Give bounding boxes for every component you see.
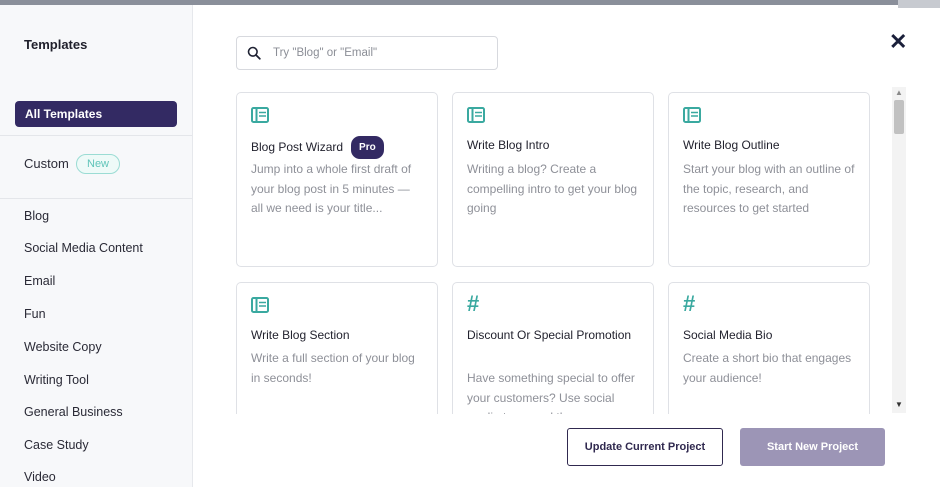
template-card-write-blog-outline[interactable]: Write Blog Outline Start your blog with … [668, 92, 870, 267]
search-input[interactable]: Try "Blog" or "Email" [236, 36, 498, 70]
window-top-border-right [898, 0, 940, 8]
template-card-write-blog-intro[interactable]: Write Blog Intro Writing a blog? Create … [452, 92, 654, 267]
scroll-down-arrow-icon[interactable]: ▼ [895, 400, 903, 409]
close-icon[interactable]: ✕ [889, 31, 907, 53]
card-title: Write Blog Intro [467, 138, 550, 152]
sidebar-item-video[interactable]: Video [24, 470, 56, 484]
update-current-project-button[interactable]: Update Current Project [567, 428, 723, 466]
sidebar-item-social-media-content[interactable]: Social Media Content [24, 241, 143, 255]
card-description: Start your blog with an outline of the t… [683, 162, 855, 215]
card-description: Write a full section of your blog in sec… [251, 351, 415, 385]
template-sidebar: Templates All Templates Custom New Blog … [0, 5, 193, 487]
sidebar-item-writing-tool[interactable]: Writing Tool [24, 373, 89, 387]
start-new-project-button[interactable]: Start New Project [740, 428, 885, 466]
card-title: Write Blog Outline [683, 138, 780, 152]
card-description: Writing a blog? Create a compelling intr… [467, 162, 638, 215]
sidebar-item-website-copy[interactable]: Website Copy [24, 340, 102, 354]
hashtag-icon: # [683, 291, 696, 316]
newspaper-icon [683, 107, 701, 123]
sidebar-item-blog[interactable]: Blog [24, 209, 49, 223]
sidebar-item-all-templates[interactable]: All Templates [15, 101, 177, 127]
template-card-blog-post-wizard[interactable]: Blog Post Wizard Pro Jump into a whole fi… [236, 92, 438, 267]
new-badge: New [76, 154, 121, 174]
sidebar-title: Templates [24, 37, 88, 52]
card-title: Blog Post Wizard Pro [251, 136, 384, 159]
hashtag-icon: # [467, 291, 480, 316]
card-title: Social Media Bio [683, 328, 773, 342]
sidebar-divider [0, 198, 192, 199]
sidebar-item-general-business[interactable]: General Business [24, 405, 123, 419]
pro-badge: Pro [351, 136, 384, 159]
sidebar-item-custom[interactable]: Custom [24, 156, 69, 171]
newspaper-icon [251, 107, 269, 123]
scrollbar[interactable] [892, 87, 906, 413]
newspaper-icon [467, 107, 485, 123]
card-title: Write Blog Section [251, 328, 350, 342]
sidebar-item-fun[interactable]: Fun [24, 307, 46, 321]
search-icon [247, 46, 261, 60]
search-placeholder: Try "Blog" or "Email" [273, 47, 378, 59]
scroll-up-arrow-icon[interactable]: ▲ [895, 88, 903, 97]
card-description: Jump into a whole first draft of your bl… [251, 162, 412, 215]
sidebar-item-email[interactable]: Email [24, 274, 55, 288]
sidebar-divider [0, 135, 192, 136]
card-title: Discount Or Special Promotion [467, 328, 632, 342]
sidebar-item-case-study[interactable]: Case Study [24, 438, 89, 452]
newspaper-icon [251, 297, 269, 313]
card-description: Create a short bio that engages your aud… [683, 351, 852, 385]
scrollbar-thumb[interactable] [894, 100, 904, 134]
